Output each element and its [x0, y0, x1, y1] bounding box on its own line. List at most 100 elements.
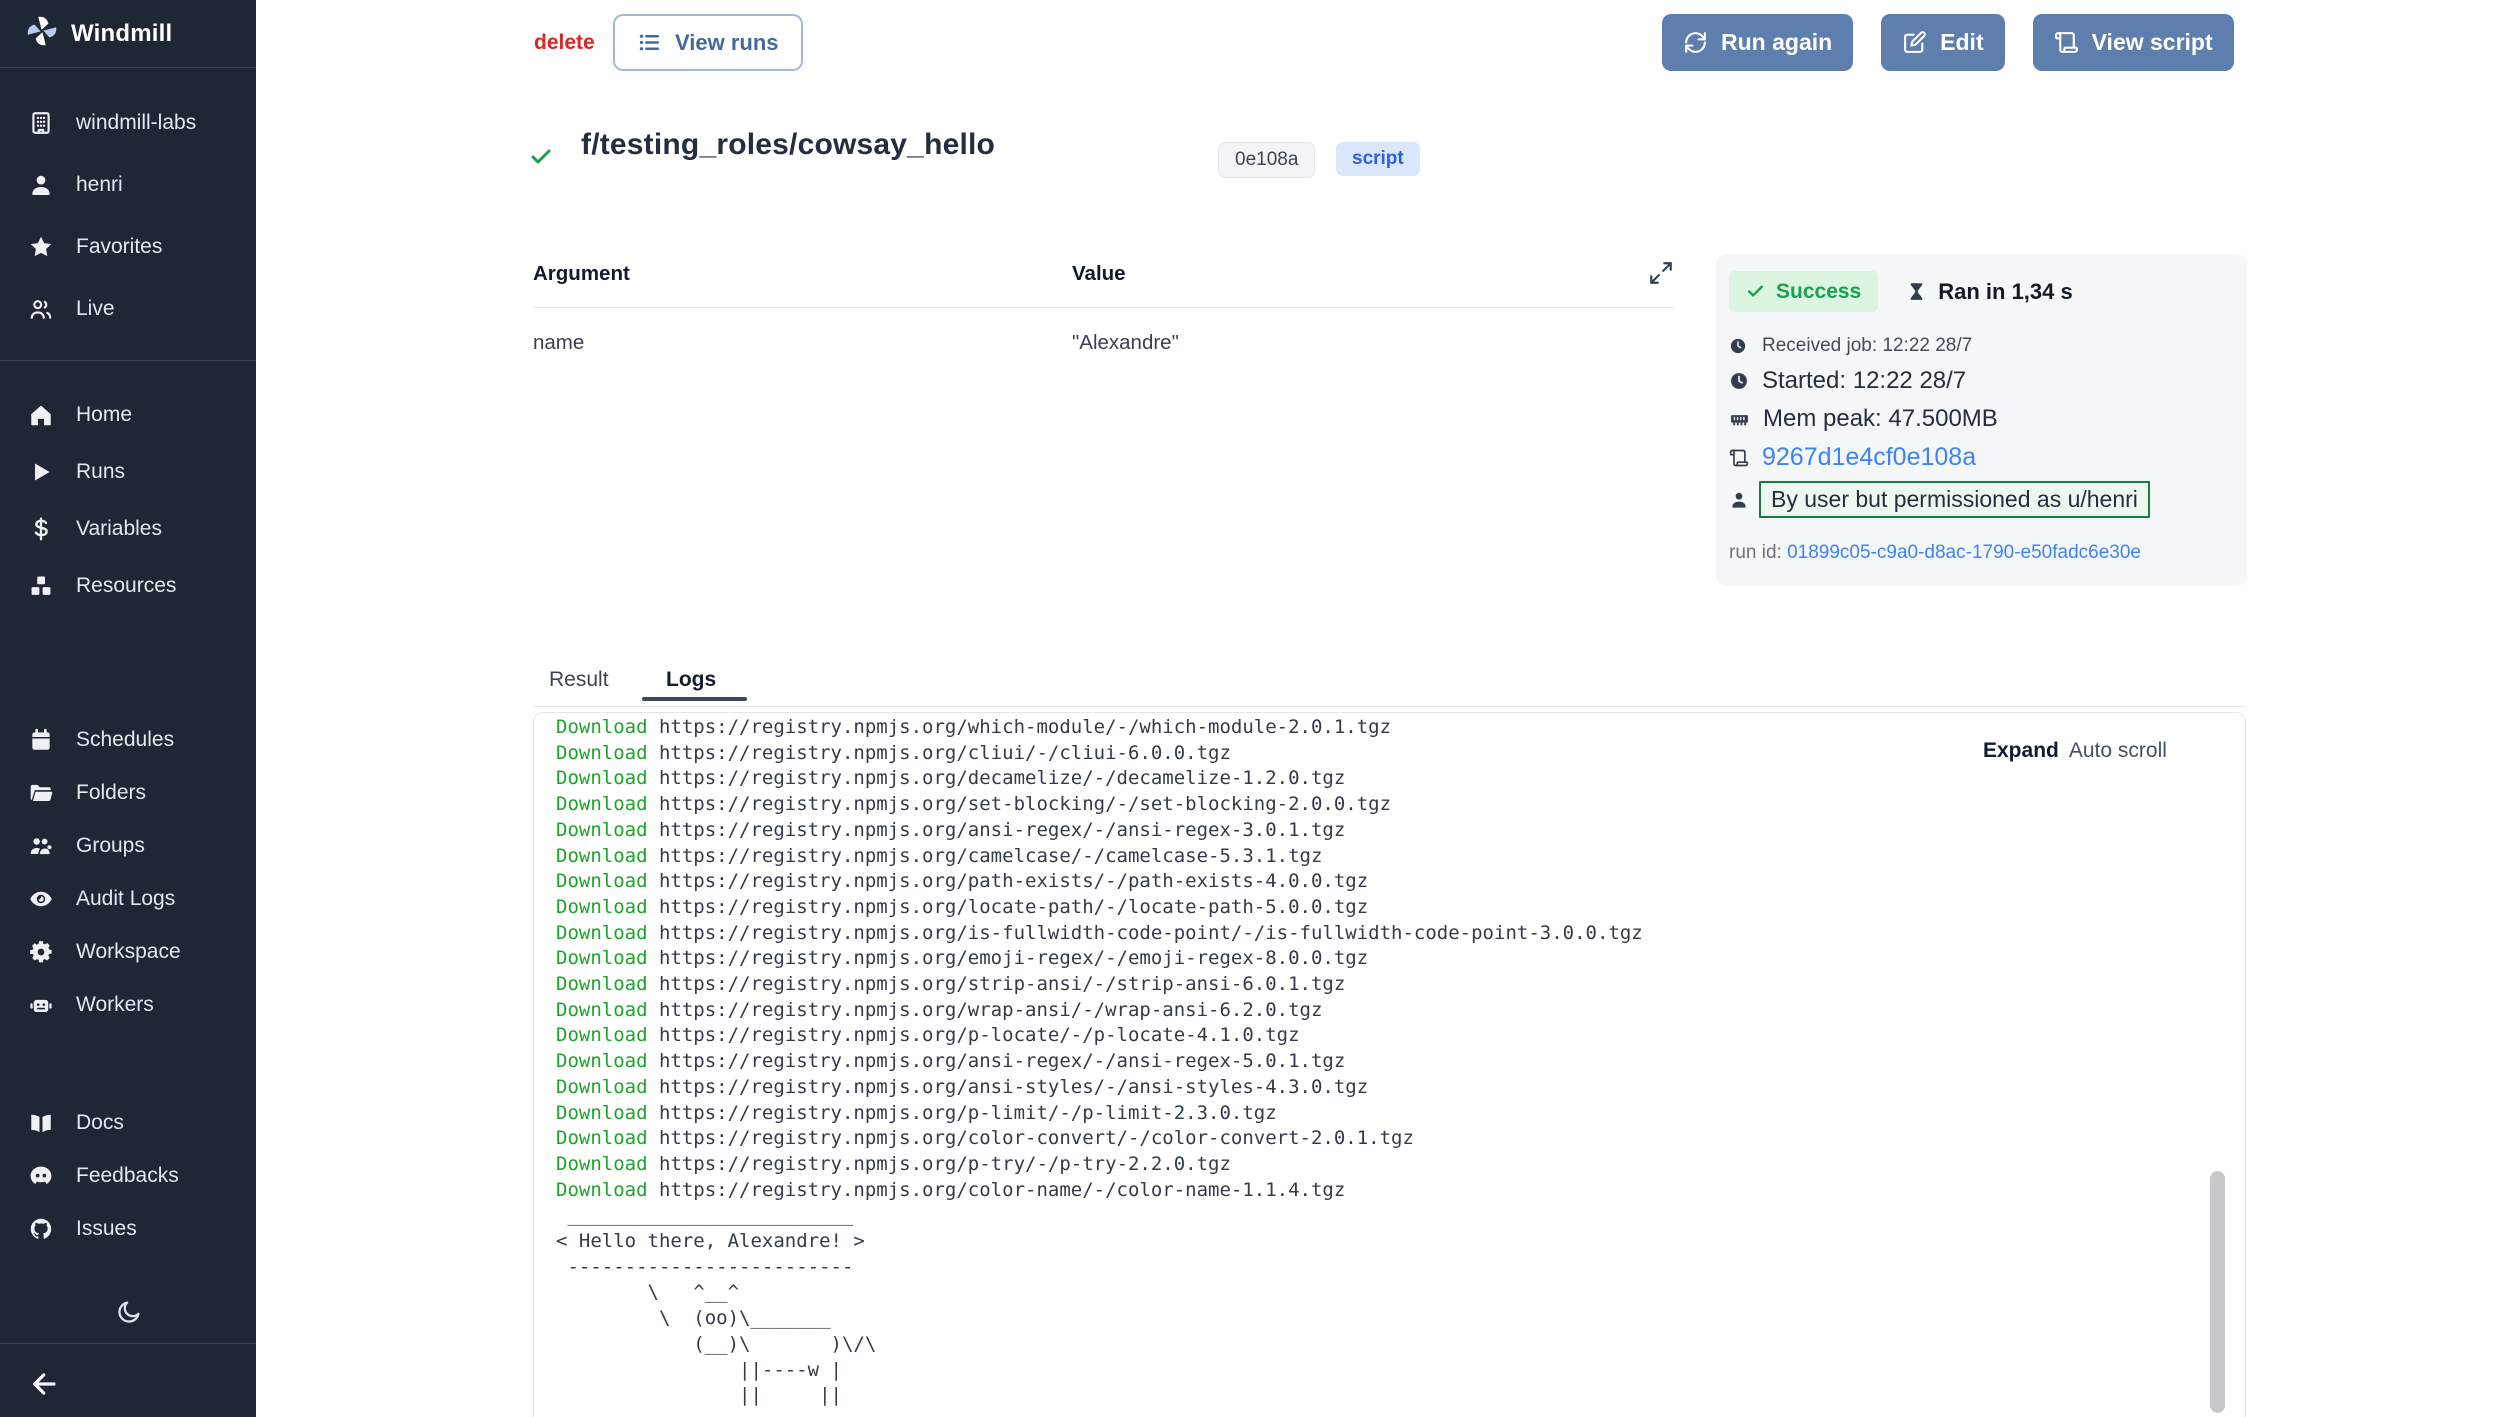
- scroll-icon: [1729, 448, 1749, 468]
- sidebar-item-runs[interactable]: Runs: [0, 443, 256, 500]
- arguments-table: Argument Value name "Alexandre": [533, 262, 1674, 331]
- sidebar-item-workspace[interactable]: Workspace: [0, 925, 256, 978]
- sidebar-item-label: windmill-labs: [76, 111, 196, 135]
- sidebar-item-label: Workers: [76, 993, 154, 1017]
- success-check-icon: [529, 145, 553, 169]
- permission-row: By user but permissioned as u/henri: [1729, 481, 2150, 518]
- arguments-table-header: Argument Value: [533, 262, 1674, 308]
- sidebar-item-home[interactable]: Home: [0, 386, 256, 443]
- sidebar-item-live[interactable]: Live: [0, 278, 256, 340]
- scroll-icon: [2054, 30, 2079, 55]
- sidebar-logo[interactable]: Windmill: [0, 0, 256, 68]
- eye-icon: [27, 885, 54, 912]
- sidebar: Windmill windmill-labs henri Favorites Live…: [0, 0, 256, 1417]
- sidebar-item-folders[interactable]: Folders: [0, 766, 256, 819]
- sidebar-item-label: Feedbacks: [76, 1164, 179, 1188]
- value-column-header: Value: [1072, 262, 1126, 286]
- groups-icon: [27, 832, 54, 859]
- sidebar-item-label: Issues: [76, 1217, 137, 1241]
- delete-button[interactable]: delete: [534, 31, 595, 55]
- script-hash-badge: 0e108a: [1218, 142, 1315, 178]
- edit-button[interactable]: Edit: [1881, 14, 2004, 71]
- sidebar-item-workers[interactable]: Workers: [0, 978, 256, 1031]
- clock-icon: [1729, 337, 1747, 355]
- sidebar-item-label: Runs: [76, 460, 125, 484]
- parent-hash-link[interactable]: 9267d1e4cf0e108a: [1762, 443, 1976, 472]
- sidebar-tertiary-nav: Docs Feedbacks Issues: [0, 1096, 256, 1255]
- autoscroll-toggle[interactable]: Auto scroll: [2069, 739, 2167, 763]
- permission-note: By user but permissioned as u/henri: [1759, 481, 2150, 518]
- started-row: Started: 12:22 28/7: [1729, 367, 1966, 395]
- sidebar-divider: [0, 360, 256, 361]
- dollar-icon: [27, 515, 54, 542]
- play-icon: [27, 458, 54, 485]
- dark-mode-toggle[interactable]: [108, 1292, 148, 1332]
- run-id-row: run id: 01899c05-c9a0-d8ac-1790-e50fadc6…: [1729, 542, 2141, 564]
- page: Windmill windmill-labs henri Favorites Live…: [0, 0, 2500, 1417]
- parent-hash-row: 9267d1e4cf0e108a: [1729, 443, 1976, 472]
- job-status-panel: Success Ran in 1,34 s Received job: 12:2…: [1716, 254, 2247, 586]
- building-icon: [27, 110, 54, 137]
- sidebar-item-variables[interactable]: Variables: [0, 500, 256, 557]
- clock-icon: [1729, 371, 1749, 391]
- sidebar-item-label: Resources: [76, 574, 176, 598]
- logs-panel: Download https://registry.npmjs.org/whic…: [533, 712, 2246, 1417]
- logs-scrollbar-thumb[interactable]: [2210, 1171, 2225, 1413]
- run-again-button[interactable]: Run again: [1662, 14, 1853, 71]
- maximize-icon[interactable]: [1648, 260, 1674, 286]
- sidebar-item-label: Docs: [76, 1111, 124, 1135]
- sidebar-item-henri[interactable]: henri: [0, 154, 256, 216]
- sidebar-item-favorites[interactable]: Favorites: [0, 216, 256, 278]
- expand-logs-button[interactable]: Expand: [1983, 739, 2059, 763]
- sidebar-item-schedules[interactable]: Schedules: [0, 713, 256, 766]
- argument-column-header: Argument: [533, 262, 630, 286]
- sidebar-item-feedbacks[interactable]: Feedbacks: [0, 1149, 256, 1202]
- mem-peak-row: Mem peak: 47.500MB: [1729, 405, 1998, 433]
- sidebar-item-resources[interactable]: Resources: [0, 557, 256, 614]
- arrow-left-icon: [28, 1368, 60, 1400]
- calendar-icon: [27, 726, 54, 753]
- duration: Ran in 1,34 s: [1906, 279, 2073, 305]
- sidebar-item-windmill-labs[interactable]: windmill-labs: [0, 92, 256, 154]
- sidebar-item-label: Variables: [76, 517, 162, 541]
- tab-divider: [533, 706, 2246, 707]
- users-icon: [27, 296, 54, 323]
- page-title: f/testing_roles/cowsay_hello: [581, 128, 995, 162]
- user-icon: [1729, 490, 1749, 510]
- script-kind-badge: script: [1336, 142, 1420, 176]
- windmill-logo-icon: [24, 13, 60, 54]
- home-icon: [27, 401, 54, 428]
- refresh-icon: [1683, 30, 1708, 55]
- edit-icon: [1902, 30, 1927, 55]
- tab-logs[interactable]: Logs: [666, 668, 716, 692]
- view-script-button[interactable]: View script: [2033, 14, 2234, 71]
- view-runs-button[interactable]: View runs: [613, 14, 803, 71]
- tab-result[interactable]: Result: [549, 668, 609, 692]
- cubes-icon: [27, 572, 54, 599]
- memory-icon: [1729, 409, 1750, 430]
- sidebar-item-label: henri: [76, 173, 123, 197]
- sidebar-item-label: Live: [76, 297, 115, 321]
- github-icon: [27, 1215, 54, 1242]
- sidebar-item-groups[interactable]: Groups: [0, 819, 256, 872]
- sidebar-item-docs[interactable]: Docs: [0, 1096, 256, 1149]
- run-id-link[interactable]: 01899c05-c9a0-d8ac-1790-e50fadc6e30e: [1787, 542, 2141, 563]
- gear-icon: [27, 938, 54, 965]
- sidebar-item-issues[interactable]: Issues: [0, 1202, 256, 1255]
- sidebar-collapse-button[interactable]: [22, 1362, 66, 1406]
- active-tab-underline: [642, 697, 747, 701]
- sidebar-item-label: Schedules: [76, 728, 174, 752]
- sidebar-item-audit-logs[interactable]: Audit Logs: [0, 872, 256, 925]
- sidebar-workspace-group: windmill-labs henri Favorites Live: [0, 92, 256, 340]
- argument-value: "Alexandre": [1072, 331, 1179, 355]
- cowsay-ascii-art: _________________________ < Hello there,…: [556, 1203, 1643, 1409]
- moon-icon: [115, 1299, 142, 1326]
- folder-icon: [27, 779, 54, 806]
- book-icon: [27, 1109, 54, 1136]
- hourglass-icon: [1906, 281, 1927, 302]
- star-icon: [27, 234, 54, 261]
- user-icon: [27, 172, 54, 199]
- list-icon: [637, 30, 662, 55]
- action-buttons: Run again Edit View script: [1662, 14, 2234, 71]
- received-job-row: Received job: 12:22 28/7: [1729, 335, 1972, 357]
